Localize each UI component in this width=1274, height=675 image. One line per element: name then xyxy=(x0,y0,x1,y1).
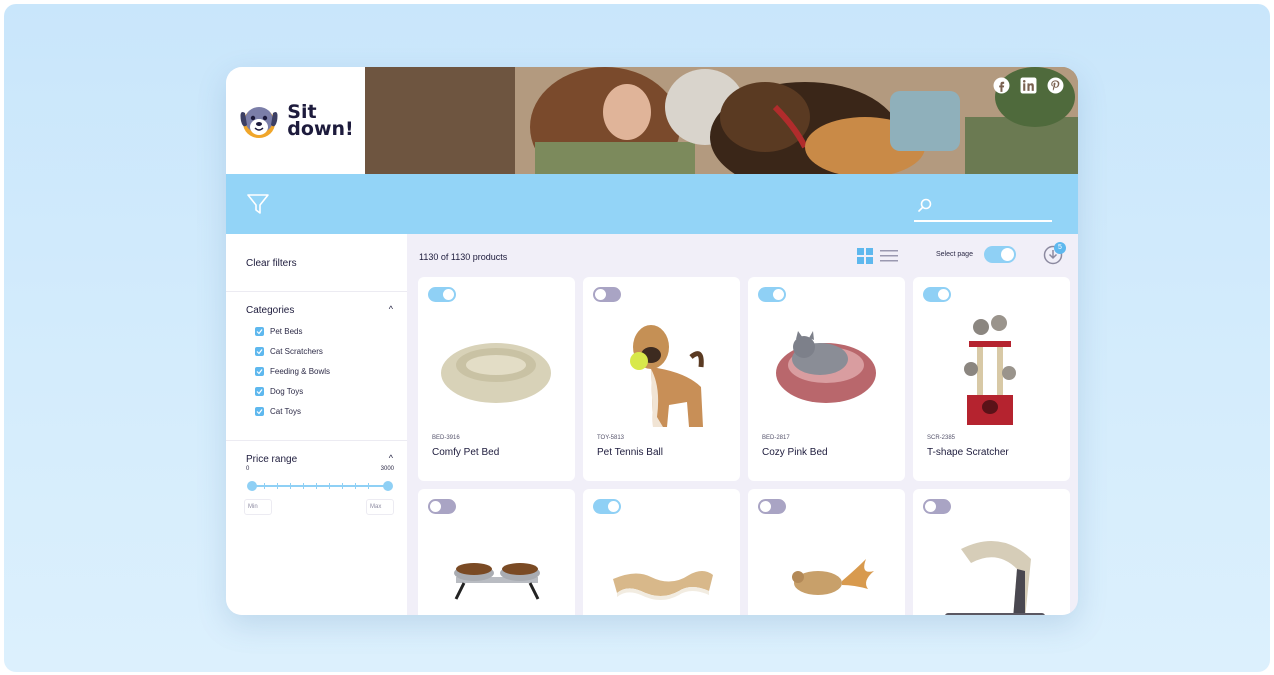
category-label: Cat Scratchers xyxy=(270,346,323,356)
checkbox-checked-icon[interactable] xyxy=(255,406,264,416)
categories-title: Categories xyxy=(246,305,295,316)
banner-photo xyxy=(365,67,1078,174)
product-name: Cozy Pink Bed xyxy=(762,447,828,458)
slider-min-handle[interactable] xyxy=(247,481,257,491)
price-range-title: Price range xyxy=(246,454,298,465)
slider-tick xyxy=(303,483,304,489)
list-view-icon[interactable] xyxy=(880,250,898,262)
dog-logo-icon xyxy=(240,106,278,138)
double-food-bowls-image xyxy=(454,563,540,600)
filters-sidebar: Clear filters Categories ^ Pet Beds Cat … xyxy=(226,234,407,615)
checkbox-checked-icon[interactable] xyxy=(255,366,264,376)
price-range-collapse-icon[interactable]: ^ xyxy=(389,453,393,463)
grid-view-icon[interactable] xyxy=(857,248,873,264)
round-pet-bed-image xyxy=(441,343,551,403)
category-label: Cat Toys xyxy=(270,406,301,416)
product-sku: SCR-2385 xyxy=(927,435,956,441)
slider-tick xyxy=(342,483,343,489)
product-select-toggle[interactable] xyxy=(758,287,786,302)
divider xyxy=(226,291,407,292)
categories-collapse-icon[interactable]: ^ xyxy=(389,304,393,314)
slider-tick xyxy=(277,483,278,489)
wave-scratcher-image xyxy=(613,571,713,600)
header: Sit down! xyxy=(226,67,1078,174)
divider xyxy=(226,440,407,441)
download-count-badge: 5 xyxy=(1054,242,1066,254)
select-page-label: Select page xyxy=(936,251,973,258)
category-dog-toys[interactable]: Dog Toys xyxy=(255,381,330,401)
cat-in-pink-bed-image xyxy=(776,331,876,403)
search-bar xyxy=(914,188,1052,222)
product-select-toggle[interactable] xyxy=(593,287,621,302)
app-window: Sit down! Clear filters Categories ^ Pet… xyxy=(226,67,1078,615)
product-name: Pet Tennis Ball xyxy=(597,447,663,458)
facebook-icon[interactable] xyxy=(993,77,1010,94)
filter-icon[interactable] xyxy=(246,192,270,216)
checkbox-checked-icon[interactable] xyxy=(255,386,264,396)
product-sku: BED-3916 xyxy=(432,435,460,441)
social-links xyxy=(993,77,1064,94)
cat-tree-image xyxy=(964,315,1016,425)
product-select-toggle[interactable] xyxy=(923,499,951,514)
product-select-toggle[interactable] xyxy=(923,287,951,302)
checkbox-checked-icon[interactable] xyxy=(255,326,264,336)
product-select-toggle[interactable] xyxy=(428,287,456,302)
slider-tick xyxy=(290,483,291,489)
product-card[interactable] xyxy=(748,489,905,615)
curved-scratcher-image xyxy=(945,541,1045,615)
product-card[interactable] xyxy=(913,489,1070,615)
slider-tick xyxy=(316,483,317,489)
product-card[interactable]: BED-2817 Cozy Pink Bed xyxy=(748,277,905,481)
slider-max-handle[interactable] xyxy=(383,481,393,491)
search-input[interactable] xyxy=(938,194,1048,218)
product-sku: BED-2817 xyxy=(762,435,790,441)
pinterest-icon[interactable] xyxy=(1047,77,1064,94)
brand-name-line2: down! xyxy=(287,117,354,140)
product-name: Comfy Pet Bed xyxy=(432,447,500,458)
product-card[interactable] xyxy=(418,489,575,615)
hero-banner-image xyxy=(365,67,1078,174)
category-label: Dog Toys xyxy=(270,386,304,396)
slider-tick xyxy=(368,483,369,489)
product-select-toggle[interactable] xyxy=(593,499,621,514)
slider-tick xyxy=(355,483,356,489)
product-name: T-shape Scratcher xyxy=(927,447,1009,458)
mouse-toy-image xyxy=(792,559,874,595)
category-pet-beds[interactable]: Pet Beds xyxy=(255,321,330,341)
brand-name: Sit down! xyxy=(287,102,354,140)
slider-tick xyxy=(264,483,265,489)
price-max-input[interactable]: Max xyxy=(366,499,394,515)
logo[interactable]: Sit down! xyxy=(226,67,365,174)
product-count: 1130 of 1130 products xyxy=(419,252,508,262)
dog-with-ball-image xyxy=(630,325,704,427)
price-min-label: 0 xyxy=(246,466,250,472)
product-area: 1130 of 1130 products Select page 5 BED- xyxy=(407,234,1078,615)
category-cat-toys[interactable]: Cat Toys xyxy=(255,401,330,421)
category-feeding-bowls[interactable]: Feeding & Bowls xyxy=(255,361,330,381)
clear-filters-button[interactable]: Clear filters xyxy=(246,258,297,269)
product-card[interactable] xyxy=(583,489,740,615)
price-range-labels: 0 3000 xyxy=(246,466,394,472)
filter-toolbar xyxy=(226,174,1078,234)
product-card[interactable]: TOY-5813 Pet Tennis Ball xyxy=(583,277,740,481)
price-min-input[interactable]: Min xyxy=(244,499,272,515)
category-label: Pet Beds xyxy=(270,326,303,336)
category-cat-scratchers[interactable]: Cat Scratchers xyxy=(255,341,330,361)
price-max-label: 3000 xyxy=(380,466,394,472)
checkbox-checked-icon[interactable] xyxy=(255,346,264,356)
product-card[interactable]: SCR-2385 T-shape Scratcher xyxy=(913,277,1070,481)
product-select-toggle[interactable] xyxy=(428,499,456,514)
slider-track xyxy=(250,485,390,487)
category-label: Feeding & Bowls xyxy=(270,366,331,376)
category-list: Pet Beds Cat Scratchers Feeding & Bowls … xyxy=(255,321,330,421)
product-select-toggle[interactable] xyxy=(758,499,786,514)
slider-tick xyxy=(329,483,330,489)
product-card[interactable]: BED-3916 Comfy Pet Bed xyxy=(418,277,575,481)
price-range-slider[interactable] xyxy=(247,481,393,491)
select-page-toggle[interactable] xyxy=(984,246,1016,263)
search-icon[interactable] xyxy=(918,198,932,212)
product-sku: TOY-5813 xyxy=(597,435,625,441)
linkedin-icon[interactable] xyxy=(1020,77,1037,94)
